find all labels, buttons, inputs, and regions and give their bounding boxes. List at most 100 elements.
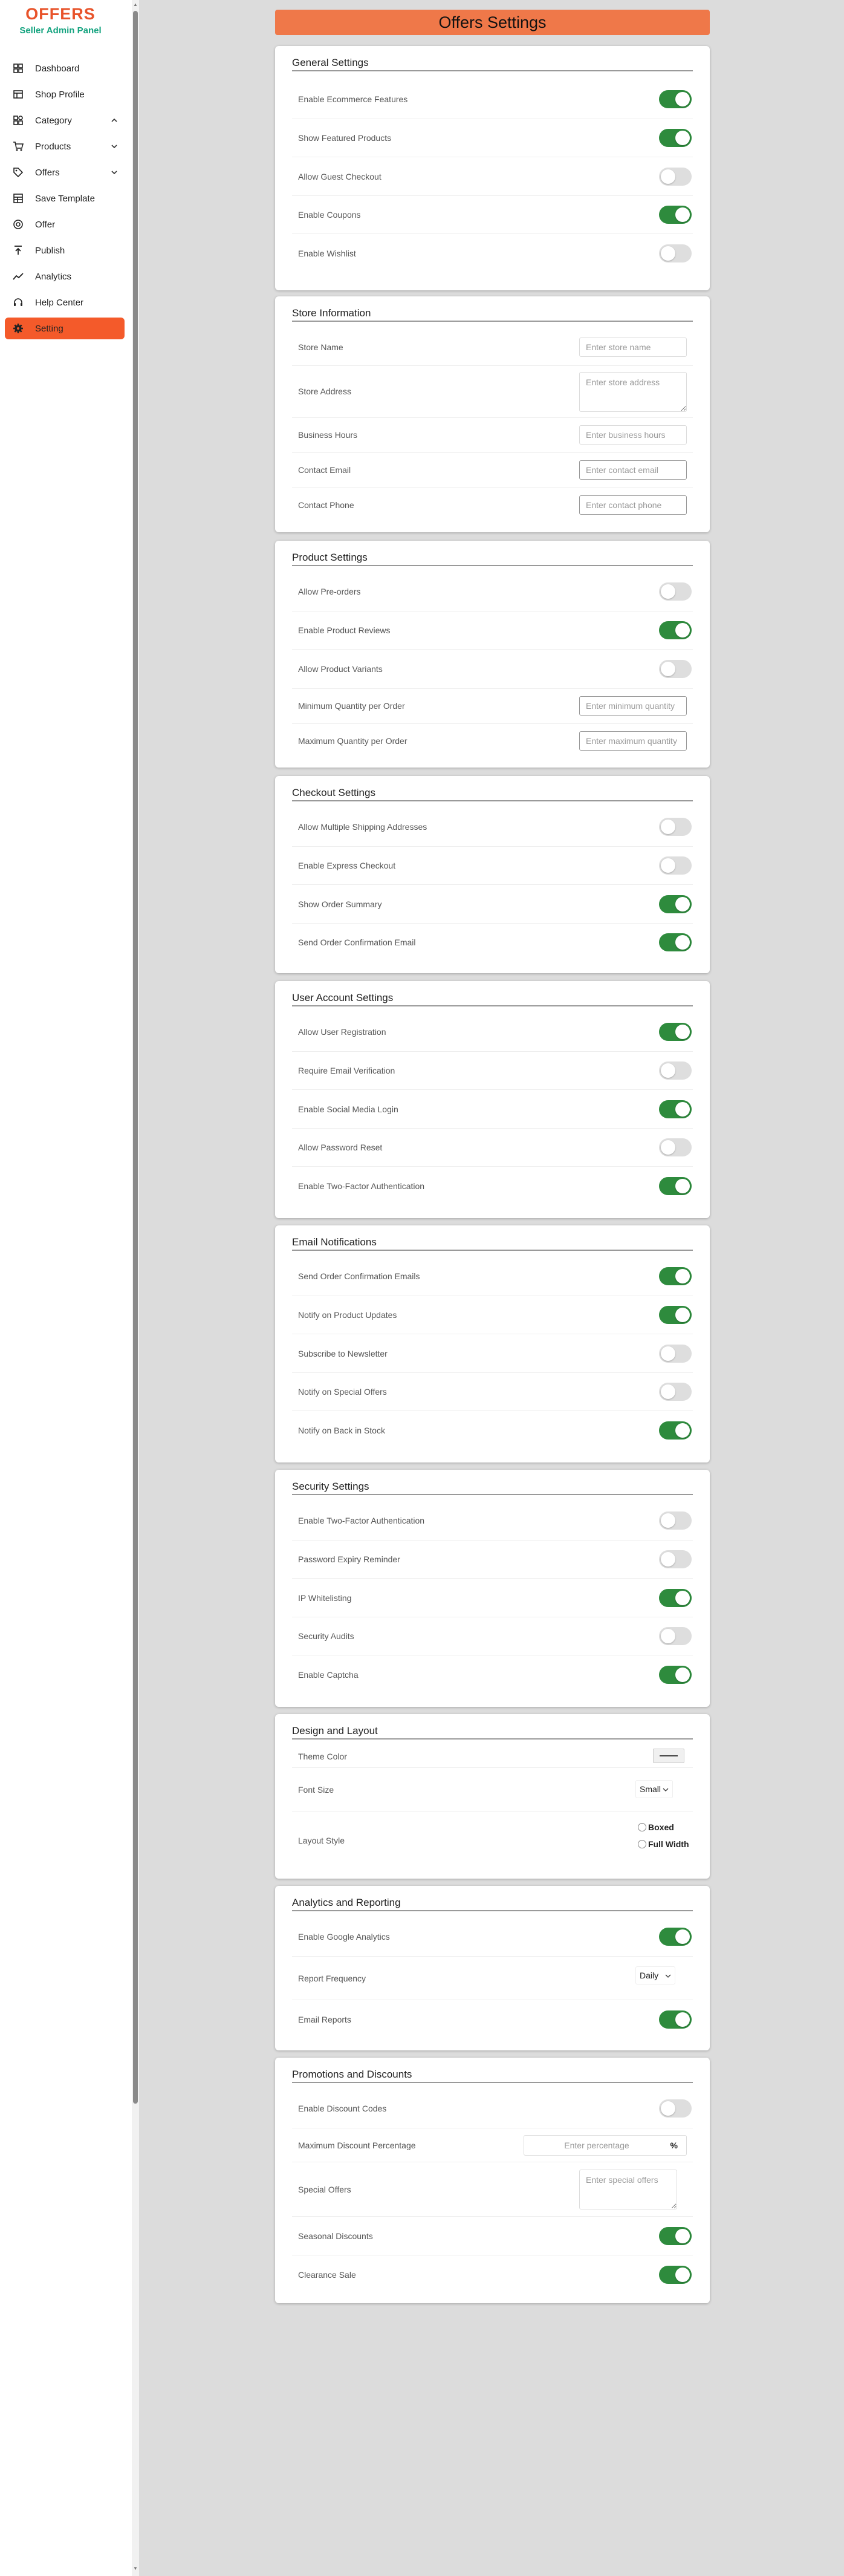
enable-coupons-toggle[interactable] xyxy=(659,206,692,224)
layout-full-width-option[interactable]: Full Width xyxy=(638,1839,689,1849)
section-title: Store Information xyxy=(292,307,371,319)
email-reports-row: Email Reports xyxy=(292,2000,693,2038)
sidebar-item-offers[interactable]: Offers xyxy=(5,161,125,183)
headset-icon xyxy=(12,296,24,308)
ip-whitelisting-toggle[interactable] xyxy=(659,1588,692,1607)
subscribe-to-newsletter-toggle[interactable] xyxy=(659,1344,692,1363)
chevron-down-icon[interactable] xyxy=(110,142,118,151)
seasonal-discounts-toggle[interactable] xyxy=(659,2227,692,2245)
sidebar-item-products[interactable]: Products xyxy=(5,135,125,157)
category-icon xyxy=(12,114,24,126)
require-email-verification-toggle[interactable] xyxy=(659,1061,692,1080)
enable-ecommerce-features-toggle[interactable] xyxy=(659,90,692,108)
enable-wishlist-toggle[interactable] xyxy=(659,244,692,262)
google-analytics-toggle[interactable] xyxy=(659,1928,692,1946)
sidebar-item-shop-profile[interactable]: Shop Profile xyxy=(5,83,125,105)
max-quantity-input[interactable] xyxy=(579,731,687,751)
sidebar-item-save-template[interactable]: Save Template xyxy=(5,187,125,209)
analytics-reporting-card: Analytics and Reporting Enable Google An… xyxy=(275,1886,710,2050)
enable-social-media-login-toggle[interactable] xyxy=(659,1100,692,1118)
layout-boxed-option[interactable]: Boxed xyxy=(638,1822,674,1832)
sidebar-item-category[interactable]: Category xyxy=(5,109,125,131)
notify-on-special-offers-toggle[interactable] xyxy=(659,1383,692,1401)
scroll-up-arrow-icon[interactable]: ▲ xyxy=(133,2,138,7)
sidebar-item-dashboard[interactable]: Dashboard xyxy=(5,57,125,79)
sidebar-scroll-thumb[interactable] xyxy=(133,11,138,2104)
layout-boxed-label: Boxed xyxy=(648,1822,674,1832)
send-order-confirmation-email-row: Send Order Confirmation Email xyxy=(292,922,693,962)
sidebar-item-publish[interactable]: Publish xyxy=(5,240,125,261)
template-icon xyxy=(12,192,24,204)
allow-product-variants-toggle[interactable] xyxy=(659,659,692,678)
font-size-select[interactable]: Small xyxy=(635,1780,673,1798)
email-notifications-card: Email Notifications Send Order Confirmat… xyxy=(275,1225,710,1462)
sidebar-item-analytics[interactable]: Analytics xyxy=(5,266,125,287)
sidebar-item-help-center[interactable]: Help Center xyxy=(5,292,125,313)
notify-on-special-offers-row: Notify on Special Offers xyxy=(292,1372,693,1411)
discount-codes-toggle[interactable] xyxy=(659,2099,692,2118)
notify-on-back-in-stock-toggle[interactable] xyxy=(659,1421,692,1440)
chevron-down-icon[interactable] xyxy=(110,168,118,177)
allow-guest-checkout-toggle[interactable] xyxy=(659,167,692,186)
contact-email-input[interactable] xyxy=(579,460,687,480)
send-order-confirmation-email-label: Send Order Confirmation Email xyxy=(298,937,416,948)
max-quantity-label: Maximum Quantity per Order xyxy=(298,736,407,746)
cart-icon xyxy=(12,140,24,152)
email-reports-toggle[interactable] xyxy=(659,2010,692,2029)
allow-user-registration-toggle[interactable] xyxy=(659,1022,692,1041)
report-frequency-select[interactable]: Daily xyxy=(635,1966,675,1984)
max-discount-label: Maximum Discount Percentage xyxy=(298,2141,416,2150)
sidebar-item-label: Publish xyxy=(35,245,65,256)
chevron-up-icon[interactable] xyxy=(110,116,118,125)
send-order-confirmation-email-toggle[interactable] xyxy=(659,933,692,952)
brand-logo[interactable]: OFFERS xyxy=(0,5,121,24)
allow-pre-orders-label: Allow Pre-orders xyxy=(298,586,361,596)
allow-password-reset-label: Allow Password Reset xyxy=(298,1143,383,1153)
enable-coupons-row: Enable Coupons xyxy=(292,195,693,234)
enable-product-reviews-row: Enable Product Reviews xyxy=(292,610,693,650)
store-address-textarea[interactable] xyxy=(579,372,687,412)
enable-two-factor-authentication-toggle[interactable] xyxy=(659,1176,692,1195)
page-title: Offers Settings xyxy=(275,10,710,35)
scroll-down-arrow-icon[interactable]: ▼ xyxy=(133,2566,138,2571)
max-discount-input[interactable] xyxy=(524,2136,669,2155)
enable-two-factor-authentication-toggle[interactable] xyxy=(659,1511,692,1530)
allow-user-registration-label: Allow User Registration xyxy=(298,1026,386,1037)
show-order-summary-toggle[interactable] xyxy=(659,895,692,913)
contact-phone-input[interactable] xyxy=(579,495,687,515)
store-icon xyxy=(12,88,24,100)
enable-express-checkout-toggle[interactable] xyxy=(659,856,692,875)
clearance-sale-toggle[interactable] xyxy=(659,2266,692,2284)
seasonal-discounts-row: Seasonal Discounts xyxy=(292,2216,693,2255)
tag-icon xyxy=(12,166,24,178)
sidebar-item-label: Save Template xyxy=(35,193,95,204)
notify-on-product-updates-toggle[interactable] xyxy=(659,1306,692,1325)
sidebar-item-setting[interactable]: Setting xyxy=(5,318,125,339)
radio-button[interactable] xyxy=(638,1823,646,1831)
notify-on-product-updates-row: Notify on Product Updates xyxy=(292,1295,693,1334)
allow-pre-orders-toggle[interactable] xyxy=(659,582,692,601)
section-title: Promotions and Discounts xyxy=(292,2069,412,2080)
sidebar-item-label: Setting xyxy=(35,323,63,334)
sidebar-scrollbar[interactable]: ▲ ▼ xyxy=(132,0,139,2576)
password-expiry-reminder-toggle[interactable] xyxy=(659,1550,692,1569)
security-audits-toggle[interactable] xyxy=(659,1627,692,1646)
allow-password-reset-toggle[interactable] xyxy=(659,1138,692,1157)
store-name-input[interactable] xyxy=(579,337,687,357)
enable-captcha-label: Enable Captcha xyxy=(298,1669,359,1680)
sidebar-item-offer[interactable]: Offer xyxy=(5,214,125,235)
send-order-confirmation-emails-toggle[interactable] xyxy=(659,1267,692,1285)
section-divider xyxy=(292,2082,693,2083)
product-settings-card: Product Settings Minimum Quantity per Or… xyxy=(275,541,710,768)
user-account-settings-card: User Account Settings Allow User Registr… xyxy=(275,981,710,1218)
radio-button[interactable] xyxy=(638,1840,646,1848)
allow-multiple-shipping-addresses-toggle[interactable] xyxy=(659,817,692,836)
business-hours-input[interactable] xyxy=(579,425,687,445)
enable-captcha-row: Enable Captcha xyxy=(292,1655,693,1694)
min-quantity-input[interactable] xyxy=(579,696,687,716)
theme-color-picker[interactable] xyxy=(653,1749,684,1763)
show-featured-products-toggle[interactable] xyxy=(659,129,692,148)
enable-product-reviews-toggle[interactable] xyxy=(659,621,692,640)
special-offers-textarea[interactable] xyxy=(579,2170,677,2209)
enable-captcha-toggle[interactable] xyxy=(659,1665,692,1684)
